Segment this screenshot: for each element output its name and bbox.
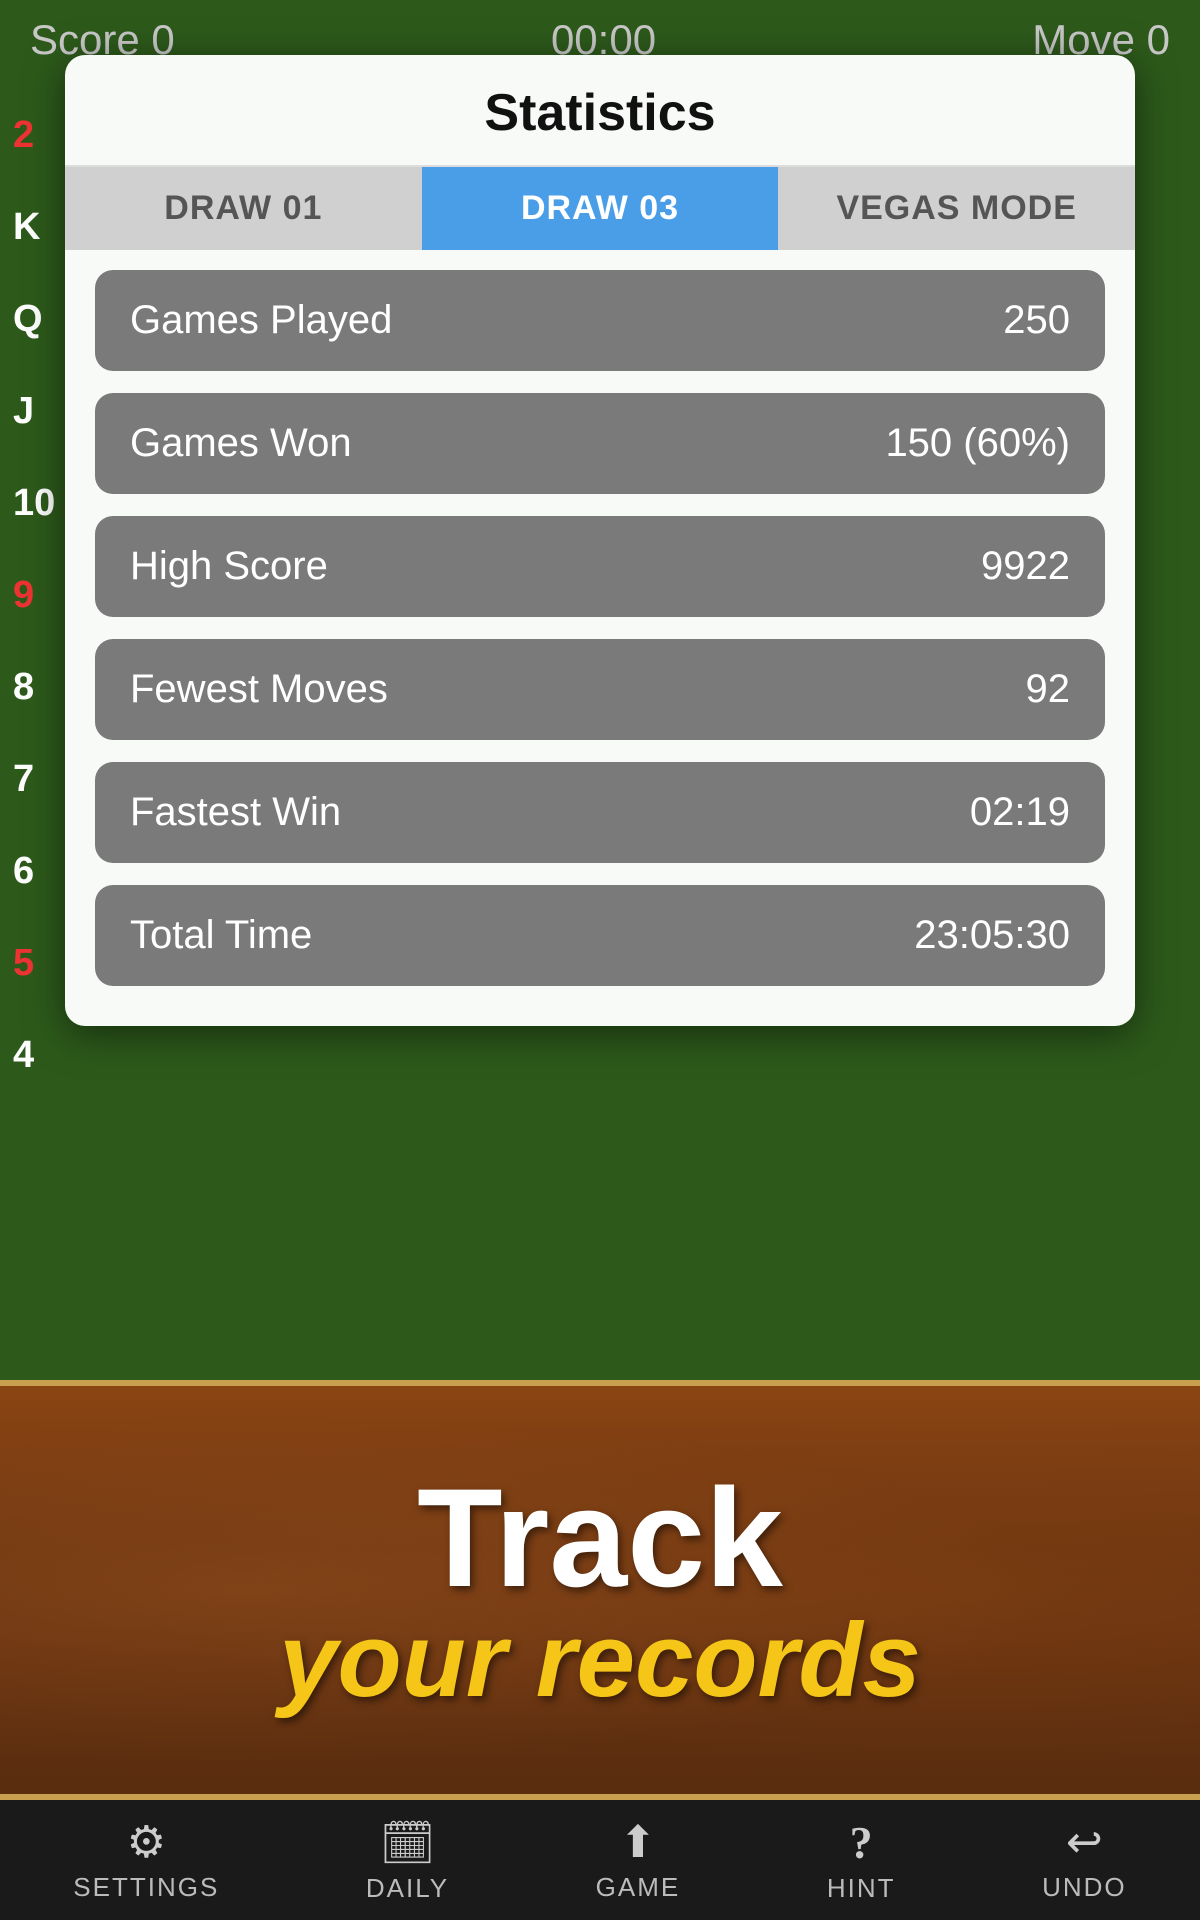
promo-banner: Track your records bbox=[0, 1380, 1200, 1800]
stat-games-won: Games Won 150 (60%) bbox=[95, 393, 1105, 494]
bottom-navigation: ⚙ SETTINGS 🗓 DAILY ⬆ GAME ? HINT ↩ UNDO bbox=[0, 1800, 1200, 1920]
stat-value-games-won: 150 (60%) bbox=[885, 421, 1070, 466]
tabs-container: DRAW 01 DRAW 03 VEGAS MODE bbox=[65, 167, 1135, 250]
rank-4: 4 bbox=[5, 1010, 75, 1100]
stat-label-fastest-win: Fastest Win bbox=[130, 790, 341, 835]
stat-fastest-win: Fastest Win 02:19 bbox=[95, 762, 1105, 863]
nav-daily[interactable]: 🗓 DAILY bbox=[366, 1817, 449, 1904]
hint-icon: ? bbox=[850, 1816, 873, 1869]
tab-vegas[interactable]: VEGAS MODE bbox=[778, 167, 1135, 250]
stat-value-fewest-moves: 92 bbox=[1026, 667, 1071, 712]
settings-label: SETTINGS bbox=[73, 1872, 219, 1903]
undo-label: UNDO bbox=[1042, 1872, 1127, 1903]
modal-title: Statistics bbox=[65, 55, 1135, 167]
banner-line2: your records bbox=[279, 1608, 921, 1713]
stat-label-games-won: Games Won bbox=[130, 421, 352, 466]
stat-label-fewest-moves: Fewest Moves bbox=[130, 667, 388, 712]
nav-undo[interactable]: ↩ UNDO bbox=[1042, 1817, 1127, 1903]
daily-icon: 🗓 bbox=[380, 1817, 436, 1869]
game-icon: ⬆ bbox=[620, 1817, 657, 1868]
nav-hint[interactable]: ? HINT bbox=[827, 1816, 896, 1904]
stat-value-total-time: 23:05:30 bbox=[914, 913, 1070, 958]
daily-label: DAILY bbox=[366, 1873, 449, 1904]
stats-container: Games Played 250 Games Won 150 (60%) Hig… bbox=[65, 250, 1135, 996]
nav-game[interactable]: ⬆ GAME bbox=[596, 1817, 681, 1903]
tab-draw01[interactable]: DRAW 01 bbox=[65, 167, 422, 250]
stat-value-fastest-win: 02:19 bbox=[970, 790, 1070, 835]
hint-label: HINT bbox=[827, 1873, 896, 1904]
statistics-modal: Statistics DRAW 01 DRAW 03 VEGAS MODE Ga… bbox=[65, 55, 1135, 1026]
tab-draw03[interactable]: DRAW 03 bbox=[422, 167, 779, 250]
stat-fewest-moves: Fewest Moves 92 bbox=[95, 639, 1105, 740]
game-label: GAME bbox=[596, 1872, 681, 1903]
stat-label-high-score: High Score bbox=[130, 544, 328, 589]
undo-icon: ↩ bbox=[1066, 1817, 1103, 1868]
stat-games-played: Games Played 250 bbox=[95, 270, 1105, 371]
stat-label-total-time: Total Time bbox=[130, 913, 312, 958]
stat-label-games-played: Games Played bbox=[130, 298, 392, 343]
stat-value-games-played: 250 bbox=[1003, 298, 1070, 343]
banner-line1: Track bbox=[417, 1468, 783, 1608]
nav-settings[interactable]: ⚙ SETTINGS bbox=[73, 1817, 219, 1903]
stat-total-time: Total Time 23:05:30 bbox=[95, 885, 1105, 986]
stat-value-high-score: 9922 bbox=[981, 544, 1070, 589]
stat-high-score: High Score 9922 bbox=[95, 516, 1105, 617]
settings-icon: ⚙ bbox=[127, 1817, 166, 1868]
